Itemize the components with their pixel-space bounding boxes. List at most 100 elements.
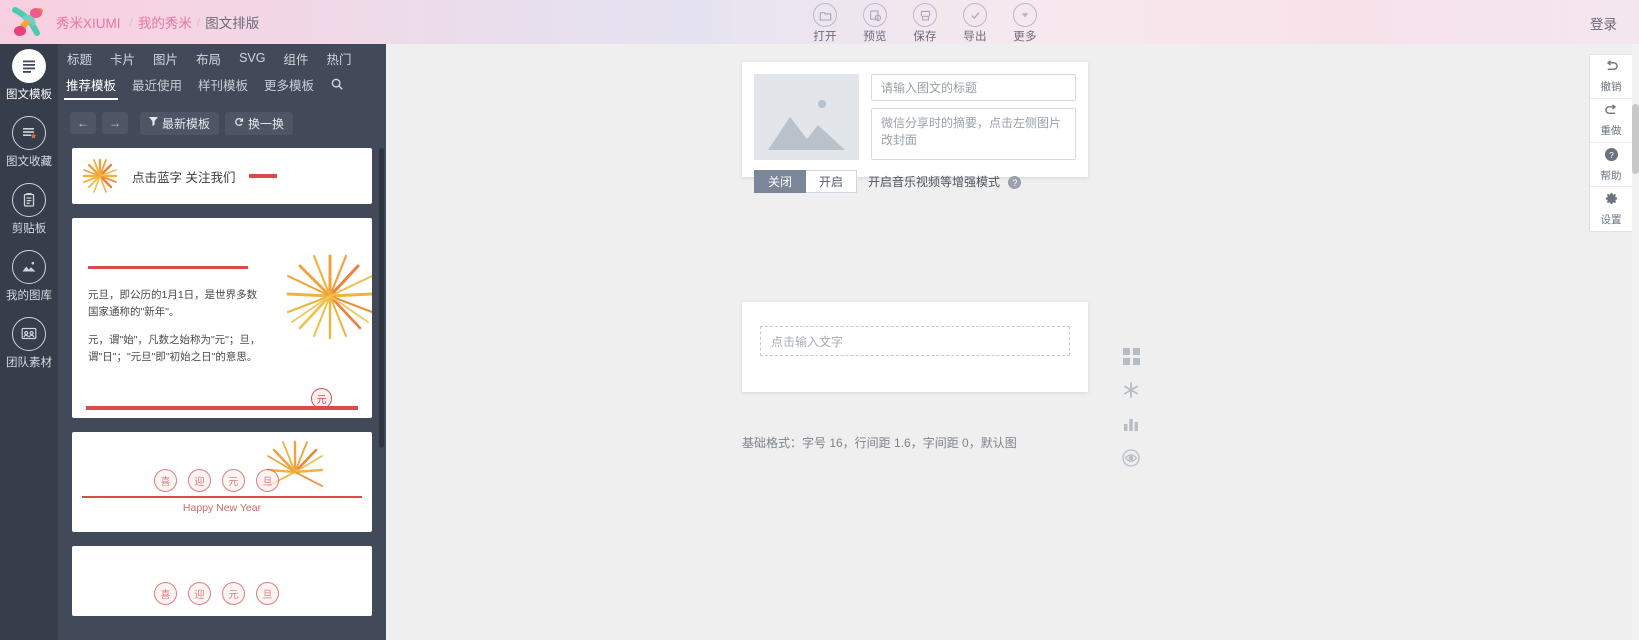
cover-image-placeholder[interactable]	[754, 74, 859, 160]
template-list-scrollbar[interactable]	[379, 148, 384, 448]
category-tab-hot[interactable]: 热门	[317, 49, 360, 68]
sidebar-label-my-gallery: 我的图库	[6, 290, 52, 302]
sidebar-label-text-template: 图文模板	[6, 89, 52, 101]
chart-icon[interactable]	[1121, 414, 1141, 434]
brand-name[interactable]: 秀米XIUMI	[56, 12, 121, 32]
eye-icon[interactable]	[1121, 448, 1141, 468]
chevron-down-icon	[1013, 3, 1037, 27]
refresh-template-button[interactable]: 换一换	[225, 111, 294, 135]
export-button[interactable]: 导出	[950, 0, 1000, 44]
image-placeholder-icon	[768, 100, 845, 150]
sidebar-item-my-gallery[interactable]: 我的图库	[0, 250, 58, 303]
category-tab-card[interactable]: 卡片	[101, 49, 144, 68]
category-tab-title[interactable]: 标题	[58, 49, 101, 68]
badge: 迎	[188, 582, 211, 605]
template-card-text: 点击蓝字 关注我们	[132, 170, 236, 185]
filter-icon	[149, 117, 158, 129]
question-mark-icon[interactable]: ?	[1008, 176, 1022, 190]
redo-button[interactable]: 重做	[1590, 99, 1632, 143]
template-paragraph: 元，谓"始"，凡数之始称为"元"；旦，谓"日"；"元旦"即"初始之日"的意思。	[88, 333, 261, 363]
text-template-icon	[12, 49, 46, 83]
refresh-template-label: 换一换	[248, 116, 285, 131]
category-tab-component[interactable]: 组件	[274, 49, 317, 68]
badge: 喜	[154, 469, 177, 492]
breadcrumb-current: 图文排版	[205, 16, 260, 31]
settings-label: 设置	[1600, 214, 1622, 226]
page-scrollbar-thumb[interactable]	[1632, 104, 1639, 174]
open-button[interactable]: 打开	[800, 0, 850, 44]
accent-bar	[249, 174, 278, 178]
search-icon[interactable]	[330, 77, 344, 96]
badge-group: 元 旦	[311, 388, 332, 418]
xiumi-logo[interactable]	[0, 0, 56, 44]
enhanced-mode-off-button[interactable]: 关闭	[754, 170, 807, 193]
folder-icon	[813, 3, 837, 27]
left-template-panel: 图文模板 图文收藏 剪贴板 我的图库 团队素材 标题 卡片 图片 布局 SVG …	[0, 44, 386, 640]
editor-canvas: 关闭 开启 开启音乐视频等增强模式 ? 点击输入文字 基础格式：字号 16，行间…	[386, 44, 1639, 640]
more-label: 更多	[1013, 31, 1037, 43]
left-icon-rail: 图文模板 图文收藏 剪贴板 我的图库 团队素材	[0, 44, 58, 640]
sidebar-label-team-material: 团队素材	[6, 357, 52, 369]
badge: 旦	[256, 582, 279, 605]
accent-line-top	[88, 266, 248, 269]
open-label: 打开	[813, 31, 837, 43]
top-bar: 秀米XIUMI / 我的秀米 / 图文排版 打开 预览 保存 导出 更多 登录	[0, 0, 1639, 44]
body-text-placeholder[interactable]: 点击输入文字	[760, 326, 1070, 356]
firework-icon	[286, 254, 372, 340]
enhanced-mode-on-button[interactable]: 开启	[806, 170, 858, 193]
settings-button[interactable]: 设置	[1590, 187, 1632, 231]
sidebar-item-text-template[interactable]: 图文模板	[0, 49, 58, 102]
sidebar-item-team-material[interactable]: 团队素材	[0, 317, 58, 370]
subtab-more[interactable]: 更多模板	[256, 72, 322, 100]
undo-label: 撤销	[1600, 80, 1622, 93]
category-tab-svg[interactable]: SVG	[230, 51, 274, 65]
sidebar-item-favorites[interactable]: 图文收藏	[0, 116, 58, 169]
save-button[interactable]: 保存	[900, 0, 950, 44]
enhanced-mode-note-text: 开启音乐视频等增强模式	[868, 175, 1001, 189]
top-toolbar: 打开 预览 保存 导出 更多	[800, 0, 1050, 44]
save-icon	[913, 3, 937, 27]
breadcrumb-my-xiumi[interactable]: 我的秀米	[138, 12, 192, 32]
refresh-icon	[234, 117, 244, 130]
cover-settings-card: 关闭 开启 开启音乐视频等增强模式 ?	[742, 62, 1088, 193]
favorite-template-icon	[12, 116, 46, 150]
check-circle-icon	[963, 3, 987, 27]
grid-icon[interactable]	[1121, 346, 1141, 366]
article-title-input[interactable]	[871, 74, 1076, 101]
breadcrumb-separator-2: /	[196, 15, 201, 29]
category-tab-layout[interactable]: 布局	[187, 49, 230, 68]
template-card-body: 元旦，即公历的1月1日，是世界多数国家通称的"新年"。 元，谓"始"，凡数之始称…	[88, 287, 263, 366]
template-card[interactable]: 喜 迎 元 旦	[72, 546, 372, 616]
prev-page-button[interactable]: ←	[70, 112, 96, 134]
preview-button[interactable]: 预览	[850, 0, 900, 44]
sidebar-label-clipboard: 剪贴板	[11, 223, 47, 235]
accent-line	[82, 496, 362, 498]
body-side-toolbar	[1121, 346, 1141, 468]
badge: 元	[222, 582, 245, 605]
template-card[interactable]: 元旦，即公历的1月1日，是世界多数国家通称的"新年"。 元，谓"始"，凡数之始称…	[72, 218, 372, 418]
more-button[interactable]: 更多	[1000, 0, 1050, 44]
template-category-tabs: 标题 卡片 图片 布局 SVG 组件 热门	[58, 44, 386, 72]
template-list[interactable]: 点击蓝字 关注我们 元旦，即公历的1月1日，是世界多数国家通称的"新年"。 元，…	[58, 148, 386, 640]
badge-group: 喜 迎 元 旦	[154, 469, 279, 492]
undo-button[interactable]: 撤销	[1590, 55, 1632, 99]
badge-group: 喜 迎 元 旦	[154, 582, 279, 605]
help-button[interactable]: ? 帮助	[1590, 143, 1632, 187]
latest-template-button[interactable]: 最新模板	[140, 111, 220, 135]
asterisk-icon[interactable]	[1121, 380, 1141, 400]
template-card[interactable]: 点击蓝字 关注我们	[72, 148, 372, 204]
subtab-recommended[interactable]: 推荐模板	[58, 72, 124, 100]
article-summary-input[interactable]	[871, 108, 1076, 160]
team-material-icon	[12, 317, 46, 351]
firework-icon	[82, 158, 118, 193]
breadcrumb: 秀米XIUMI / 我的秀米 / 图文排版	[56, 12, 259, 32]
category-tab-image[interactable]: 图片	[144, 49, 187, 68]
template-card[interactable]: 喜 迎 元 旦 Happy New Year	[72, 432, 372, 532]
page-scrollbar[interactable]	[1632, 44, 1639, 640]
template-caption: Happy New Year	[182, 502, 262, 514]
next-page-button[interactable]: →	[102, 112, 128, 134]
subtab-recent[interactable]: 最近使用	[124, 72, 190, 100]
subtab-sample[interactable]: 样刊模板	[190, 72, 256, 100]
sidebar-item-clipboard[interactable]: 剪贴板	[0, 183, 58, 236]
login-button[interactable]: 登录	[1590, 13, 1617, 33]
